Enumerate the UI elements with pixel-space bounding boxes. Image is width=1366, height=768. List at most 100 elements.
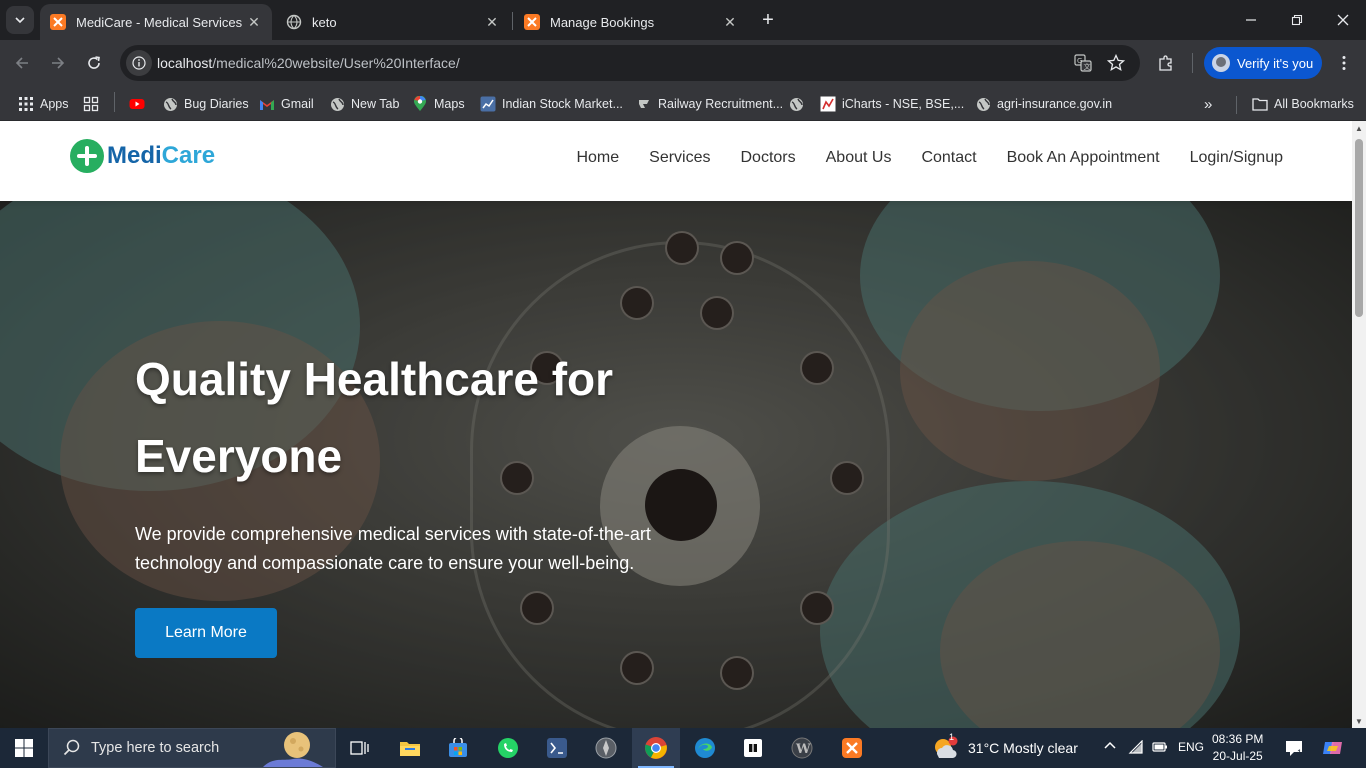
- copilot-icon[interactable]: [1322, 738, 1344, 761]
- nav-contact[interactable]: Contact: [921, 149, 976, 167]
- taskbar-file-explorer[interactable]: [386, 728, 434, 768]
- bookmark-gmail[interactable]: Gmail: [259, 92, 314, 116]
- address-bar[interactable]: localhost/medical%20website/User%20Inter…: [120, 45, 1140, 81]
- wifi-icon[interactable]: [1128, 739, 1144, 757]
- page-scrollbar[interactable]: ▲ ▼: [1352, 121, 1366, 728]
- url-text: localhost/medical%20website/User%20Inter…: [157, 55, 460, 71]
- search-highlight-moon-icon: [263, 732, 323, 767]
- tab-search-button[interactable]: [6, 6, 34, 34]
- verify-profile-button[interactable]: Verify it's you: [1204, 47, 1322, 79]
- taskbar-edge[interactable]: [681, 728, 729, 768]
- taskbar-app-box[interactable]: [729, 728, 777, 768]
- bookmark-grid[interactable]: [83, 92, 105, 116]
- menu-kebab-icon[interactable]: [1334, 53, 1354, 73]
- close-icon[interactable]: ✕: [246, 14, 262, 30]
- bookmark-label: Gmail: [281, 97, 314, 111]
- brand-part-medi: Medi: [107, 142, 162, 169]
- folder-icon: [400, 742, 420, 756]
- tray-overflow-icon[interactable]: [1103, 738, 1117, 755]
- language-indicator[interactable]: ENG: [1178, 740, 1204, 754]
- search-icon: [63, 739, 80, 756]
- taskbar-wordpress[interactable]: W: [778, 728, 826, 768]
- site-logo[interactable]: MediCare: [70, 139, 215, 173]
- taskbar-vscode[interactable]: [533, 728, 581, 768]
- scrollbar-thumb[interactable]: [1355, 139, 1363, 317]
- windows-icon: [15, 739, 33, 757]
- tab-manage-bookings[interactable]: Manage Bookings ✕: [514, 4, 748, 40]
- bookmark-maps[interactable]: Maps: [412, 92, 465, 116]
- taskbar-app-compass[interactable]: [582, 728, 630, 768]
- nav-home[interactable]: Home: [576, 149, 619, 167]
- globe-icon: [788, 96, 804, 112]
- bookmarks-overflow-button[interactable]: »: [1204, 92, 1212, 116]
- start-button[interactable]: [0, 728, 48, 768]
- site-header: MediCare Home Services Doctors About Us …: [0, 121, 1352, 201]
- plus-icon: +: [762, 8, 774, 31]
- taskbar-xampp[interactable]: [828, 728, 876, 768]
- system-clock[interactable]: 08:36 PM 20-Jul-25: [1212, 731, 1263, 765]
- tab-medicare[interactable]: MediCare - Medical Services ✕: [40, 4, 272, 40]
- wordpress-icon: W: [791, 737, 813, 759]
- url-path: /medical%20website/User%20Interface/: [212, 55, 460, 71]
- extensions-icon[interactable]: [1156, 53, 1176, 73]
- close-window-button[interactable]: [1320, 0, 1366, 40]
- weather-text[interactable]: 31°C Mostly clear: [968, 740, 1078, 756]
- globe-icon: [162, 96, 178, 112]
- taskbar-task-view[interactable]: [336, 728, 384, 768]
- close-icon[interactable]: ✕: [484, 14, 500, 30]
- nav-doctors[interactable]: Doctors: [741, 149, 796, 167]
- bookmark-indian-stock-market[interactable]: Indian Stock Market...: [480, 92, 623, 116]
- tab-title: MediCare - Medical Services: [76, 14, 243, 30]
- scroll-up-icon[interactable]: ▲: [1354, 123, 1364, 133]
- bookmark-label: New Tab: [351, 97, 400, 111]
- reload-icon: [88, 56, 100, 69]
- forward-button[interactable]: [43, 48, 73, 78]
- bookmark-apps[interactable]: Apps: [18, 92, 69, 116]
- nav-login-signup[interactable]: Login/Signup: [1190, 149, 1283, 167]
- svg-text:W: W: [795, 742, 811, 757]
- bookmark-star-icon[interactable]: [1106, 53, 1126, 73]
- bookmark-label: Maps: [434, 97, 465, 111]
- tab-strip: MediCare - Medical Services ✕ keto ✕ Man…: [0, 0, 1366, 40]
- taskbar-whatsapp[interactable]: [484, 728, 532, 768]
- translate-icon[interactable]: G文: [1073, 53, 1093, 73]
- scroll-down-icon[interactable]: ▼: [1354, 716, 1364, 726]
- learn-more-button[interactable]: Learn More: [135, 608, 277, 658]
- tab-title: Manage Bookings: [550, 14, 655, 30]
- all-bookmarks-label: All Bookmarks: [1274, 97, 1354, 111]
- medical-cross-icon: [70, 139, 104, 173]
- brand-part-care: Care: [161, 142, 216, 169]
- restore-button[interactable]: [1274, 0, 1320, 40]
- bookmark-railway-recruitment[interactable]: Railway Recruitment...: [636, 92, 783, 116]
- compass-app-icon: [595, 737, 617, 759]
- minimize-button[interactable]: [1228, 0, 1274, 40]
- bookmark-globe[interactable]: [788, 92, 810, 116]
- nav-about-us[interactable]: About Us: [826, 149, 892, 167]
- close-icon[interactable]: ✕: [722, 14, 738, 30]
- bookmark-label: agri-insurance.gov.in: [997, 97, 1113, 111]
- battery-icon[interactable]: [1152, 740, 1168, 757]
- bookmark-bug-diaries[interactable]: Bug Diaries: [162, 92, 249, 116]
- bookmark-icharts[interactable]: iCharts - NSE, BSE,...: [820, 92, 964, 116]
- new-tab-button[interactable]: +: [756, 8, 780, 32]
- gmail-icon: [259, 96, 275, 112]
- tab-keto[interactable]: keto ✕: [276, 4, 510, 40]
- bookmark-label: Railway Recruitment...: [658, 97, 784, 111]
- tab-title: keto: [312, 14, 337, 30]
- bookmark-label: Indian Stock Market...: [502, 97, 623, 111]
- bookmark-youtube[interactable]: [129, 92, 151, 116]
- bookmark-new-tab[interactable]: New Tab: [329, 92, 399, 116]
- taskbar-search-box[interactable]: Type here to search: [48, 728, 336, 768]
- site-info-icon[interactable]: [126, 50, 152, 76]
- taskbar-chrome[interactable]: [632, 728, 680, 768]
- back-button[interactable]: [7, 48, 37, 78]
- bookmark-agri-insurance[interactable]: agri-insurance.gov.in: [975, 92, 1112, 116]
- nav-services[interactable]: Services: [649, 149, 710, 167]
- all-bookmarks-button[interactable]: All Bookmarks: [1252, 92, 1354, 116]
- nav-book-appointment[interactable]: Book An Appointment: [1007, 149, 1160, 167]
- taskbar-store[interactable]: [434, 728, 482, 768]
- box-app-icon: [744, 739, 762, 757]
- weather-widget-icon[interactable]: [930, 728, 960, 768]
- reload-button[interactable]: [79, 48, 109, 78]
- toolbar-divider: [1192, 53, 1193, 73]
